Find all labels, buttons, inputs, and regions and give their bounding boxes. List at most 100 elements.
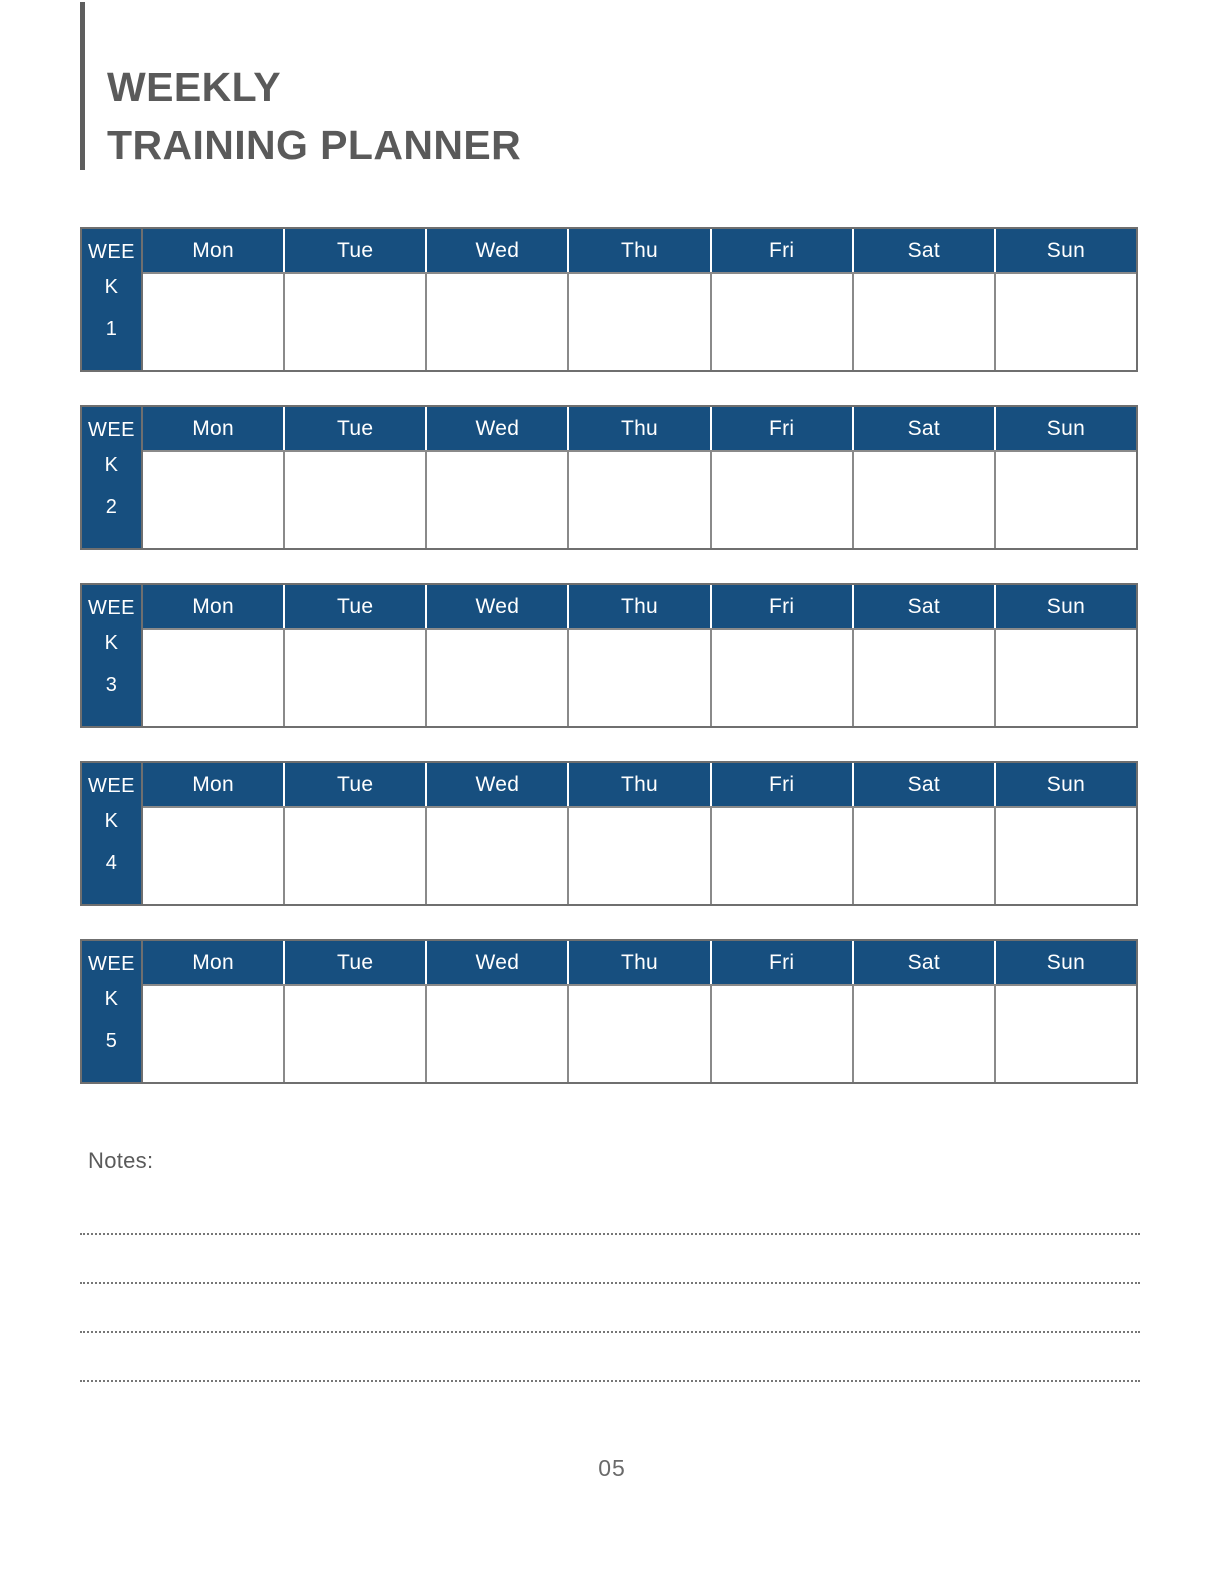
week-label-text: WEEK — [87, 775, 136, 832]
planner-tables: WEEK 1 Mon Tue Wed Thu Fri Sat Sun WEEK … — [80, 227, 1138, 1117]
day-header-mon: Mon — [192, 772, 234, 796]
day-header-sat: Sat — [851, 229, 994, 272]
day-header-mon: Mon — [192, 238, 234, 262]
day-header-sun: Sun — [993, 763, 1136, 806]
day-header-fri: Fri — [709, 763, 852, 806]
day-entry-cell[interactable] — [567, 628, 710, 726]
week-label-cell: WEEK 3 — [80, 583, 143, 728]
week-grid: Mon Tue Wed Thu Fri Sat Sun — [143, 939, 1138, 1084]
day-header-sat: Sat — [851, 585, 994, 628]
week-number-text: 5 — [105, 1030, 118, 1052]
day-entry-cell[interactable] — [283, 806, 426, 904]
day-header-sun: Sun — [993, 941, 1136, 984]
title-accent-bar — [80, 2, 85, 170]
day-entry-cell[interactable] — [283, 984, 426, 1082]
week-table: WEEK 4 Mon Tue Wed Thu Fri Sat Sun — [80, 761, 1138, 906]
day-entry-row — [143, 628, 1138, 728]
week-label-text: WEEK — [87, 953, 136, 1010]
day-header-thu: Thu — [567, 229, 709, 272]
day-header-row: Mon Tue Wed Thu Fri Sat Sun — [143, 227, 1138, 272]
day-header-wed: Wed — [425, 941, 567, 984]
day-entry-cell[interactable] — [851, 628, 994, 726]
week-label-text: WEEK — [87, 241, 136, 298]
week-label-text: WEEK — [87, 419, 136, 476]
day-entry-cell[interactable] — [143, 272, 284, 370]
day-entry-cell[interactable] — [425, 272, 568, 370]
day-entry-cell[interactable] — [567, 984, 710, 1082]
day-entry-cell[interactable] — [709, 272, 852, 370]
day-entry-cell[interactable] — [143, 450, 284, 548]
day-entry-cell[interactable] — [851, 984, 994, 1082]
week-number-text: 3 — [105, 674, 118, 696]
day-entry-cell[interactable] — [709, 984, 852, 1082]
week-grid: Mon Tue Wed Thu Fri Sat Sun — [143, 405, 1138, 550]
week-table: WEEK 5 Mon Tue Wed Thu Fri Sat Sun — [80, 939, 1138, 1084]
day-header-tue: Tue — [283, 229, 425, 272]
day-entry-cell[interactable] — [709, 628, 852, 726]
week-label-cell: WEEK 1 — [80, 227, 143, 372]
day-entry-cell[interactable] — [143, 628, 284, 726]
day-entry-cell[interactable] — [425, 628, 568, 726]
day-entry-cell[interactable] — [143, 984, 284, 1082]
day-entry-cell[interactable] — [709, 450, 852, 548]
day-header-thu: Thu — [567, 941, 709, 984]
day-entry-cell[interactable] — [425, 806, 568, 904]
day-entry-cell[interactable] — [851, 806, 994, 904]
week-table: WEEK 2 Mon Tue Wed Thu Fri Sat Sun — [80, 405, 1138, 550]
day-header-fri: Fri — [709, 585, 852, 628]
day-entry-cell[interactable] — [851, 272, 994, 370]
notes-section: Notes: — [80, 1148, 1140, 1382]
week-number-text: 4 — [105, 852, 118, 874]
day-entry-cell[interactable] — [567, 272, 710, 370]
day-header-row: Mon Tue Wed Thu Fri Sat Sun — [143, 761, 1138, 806]
day-header-row: Mon Tue Wed Thu Fri Sat Sun — [143, 583, 1138, 628]
day-entry-row — [143, 272, 1138, 372]
day-entry-cell[interactable] — [283, 272, 426, 370]
page-title: WEEKLY TRAINING PLANNER — [107, 58, 1007, 174]
week-grid: Mon Tue Wed Thu Fri Sat Sun — [143, 227, 1138, 372]
day-header-wed: Wed — [425, 763, 567, 806]
day-header-sat: Sat — [851, 407, 994, 450]
notes-write-line[interactable] — [80, 1284, 1140, 1333]
day-entry-row — [143, 806, 1138, 906]
page-header: WEEKLY TRAINING PLANNER — [0, 0, 1224, 200]
notes-write-line[interactable] — [80, 1333, 1140, 1382]
day-entry-cell[interactable] — [851, 450, 994, 548]
notes-write-line[interactable] — [80, 1186, 1140, 1235]
day-entry-cell[interactable] — [993, 272, 1136, 370]
day-entry-cell[interactable] — [567, 806, 710, 904]
day-entry-cell[interactable] — [709, 806, 852, 904]
week-number-text: 1 — [105, 318, 118, 340]
day-header-fri: Fri — [709, 941, 852, 984]
notes-label: Notes: — [88, 1148, 154, 1173]
day-entry-cell[interactable] — [143, 806, 284, 904]
day-entry-cell[interactable] — [425, 450, 568, 548]
day-entry-cell[interactable] — [567, 450, 710, 548]
day-entry-cell[interactable] — [993, 984, 1136, 1082]
day-header-row: Mon Tue Wed Thu Fri Sat Sun — [143, 405, 1138, 450]
day-entry-cell[interactable] — [993, 806, 1136, 904]
day-header-wed: Wed — [425, 407, 567, 450]
page-title-line-2: TRAINING PLANNER — [107, 122, 522, 169]
day-entry-cell[interactable] — [993, 450, 1136, 548]
day-header-sun: Sun — [993, 407, 1136, 450]
day-entry-cell[interactable] — [425, 984, 568, 1082]
notes-write-line[interactable] — [80, 1235, 1140, 1284]
day-header-mon: Mon — [192, 950, 234, 974]
week-table: WEEK 3 Mon Tue Wed Thu Fri Sat Sun — [80, 583, 1138, 728]
day-header-fri: Fri — [709, 229, 852, 272]
day-header-tue: Tue — [283, 407, 425, 450]
day-header-thu: Thu — [567, 407, 709, 450]
day-header-mon: Mon — [192, 594, 234, 618]
day-entry-cell[interactable] — [283, 450, 426, 548]
day-header-thu: Thu — [567, 585, 709, 628]
week-label-cell: WEEK 5 — [80, 939, 143, 1084]
day-entry-cell[interactable] — [283, 628, 426, 726]
day-header-tue: Tue — [283, 763, 425, 806]
week-label-text: WEEK — [87, 597, 136, 654]
week-label-cell: WEEK 4 — [80, 761, 143, 906]
day-header-tue: Tue — [283, 941, 425, 984]
day-entry-cell[interactable] — [993, 628, 1136, 726]
day-header-mon: Mon — [192, 416, 234, 440]
week-number-text: 2 — [105, 496, 118, 518]
